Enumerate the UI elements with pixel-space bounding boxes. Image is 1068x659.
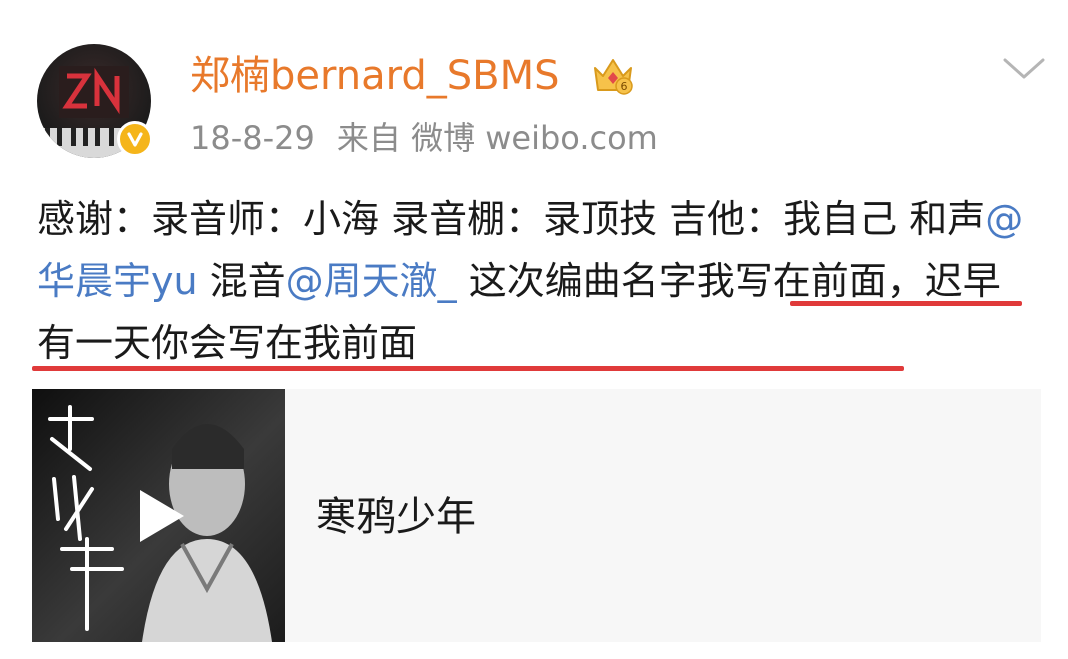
music-card[interactable]: 寒鸦少年 [32, 389, 1041, 642]
post-source[interactable]: 来自 微博 weibo.com [337, 119, 658, 157]
username-link[interactable]: 郑楠bernard_SBMS [190, 52, 559, 100]
post-meta: 18-8-29 来自 微博 weibo.com [190, 116, 680, 160]
album-cover-image[interactable] [32, 389, 285, 642]
mention-link[interactable]: @周天澈_ [286, 259, 457, 303]
song-title[interactable]: 寒鸦少年 [316, 492, 476, 542]
post-text-part: 感谢：录音师：小海 录音棚：录顶技 吉他：我自己 和声 [37, 197, 986, 241]
red-underline [32, 366, 904, 371]
verified-badge-icon [117, 121, 153, 157]
post-date: 18-8-29 [190, 119, 315, 157]
crown-badge-icon[interactable]: 6 [591, 54, 635, 100]
post-text: 感谢：录音师：小海 录音棚：录顶技 吉他：我自己 和声@华晨宇yu 混音@周天澈… [37, 188, 1037, 374]
red-underline [790, 301, 1022, 306]
chevron-down-icon[interactable] [1002, 54, 1046, 86]
svg-text:6: 6 [621, 80, 628, 93]
post-text-part: 混音 [197, 259, 286, 303]
play-icon[interactable] [140, 490, 184, 542]
